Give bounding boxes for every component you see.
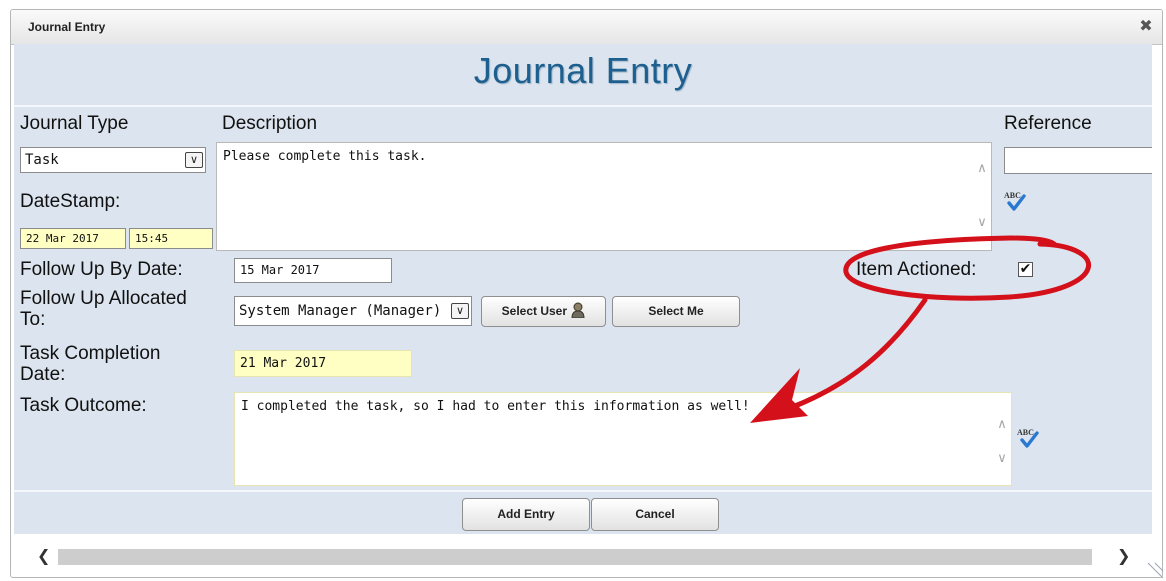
scroll-right-icon[interactable]: ❯ <box>1117 547 1130 565</box>
description-textarea[interactable]: Please complete this task. ∧ ∨ <box>216 142 992 251</box>
task-outcome-label: Task Outcome: <box>20 395 147 416</box>
datestamp-label: DateStamp: <box>20 191 121 212</box>
follow-up-allocated-label: Follow Up Allocated <box>20 288 187 309</box>
user-icon <box>571 302 585 319</box>
chevron-down-icon[interactable]: ∨ <box>451 303 469 319</box>
follow-up-allocated-label-2: To: <box>20 309 46 330</box>
follow-up-by-date-input[interactable]: 15 Mar 2017 <box>234 258 392 283</box>
scroll-up-icon[interactable]: ∧ <box>976 162 988 175</box>
task-outcome-textarea[interactable]: I completed the task, so I had to enter … <box>234 392 1012 486</box>
description-text: Please complete this task. <box>223 149 427 164</box>
scrollbar-thumb[interactable] <box>58 549 1092 565</box>
add-entry-button[interactable]: Add Entry <box>462 498 590 531</box>
scroll-up-icon[interactable]: ∧ <box>996 418 1008 431</box>
journal-type-label: Journal Type <box>20 113 129 134</box>
select-user-label: Select User <box>501 304 568 318</box>
dialog-title: Journal Entry <box>28 20 106 34</box>
scroll-down-icon[interactable]: ∨ <box>996 452 1008 465</box>
allocated-to-select[interactable]: System Manager (Manager) ∨ <box>234 296 472 326</box>
datestamp-time-input[interactable]: 15:45 <box>129 228 213 249</box>
task-outcome-text: I completed the task, so I had to enter … <box>241 399 750 414</box>
page-title: Journal Entry <box>473 50 693 91</box>
journal-type-select[interactable]: Task ∨ <box>20 147 206 173</box>
scroll-left-icon[interactable]: ❮ <box>37 547 50 565</box>
task-completion-label-2: Date: <box>20 364 66 385</box>
datestamp-date-input[interactable]: 22 Mar 2017 <box>20 228 126 249</box>
scroll-down-icon[interactable]: ∨ <box>976 216 988 229</box>
allocated-to-value: System Manager (Manager) <box>239 303 442 319</box>
chevron-down-icon[interactable]: ∨ <box>185 152 203 168</box>
spellcheck-icon[interactable]: ABC <box>1003 189 1027 213</box>
follow-up-by-date-label: Follow Up By Date: <box>20 259 183 280</box>
reference-label: Reference <box>1004 113 1092 134</box>
task-completion-date-input[interactable]: 21 Mar 2017 <box>234 350 412 377</box>
spellcheck-label: ABC <box>1004 191 1021 200</box>
spellcheck-icon[interactable]: ABC <box>1016 426 1040 450</box>
close-icon[interactable]: ✖ <box>1137 16 1155 36</box>
journal-form: Journal Entry Journal Type Description R… <box>14 44 1152 534</box>
description-scrollbar[interactable]: ∧ ∨ <box>973 143 991 250</box>
cancel-button[interactable]: Cancel <box>591 498 719 531</box>
divider <box>14 105 1152 107</box>
select-user-button[interactable]: Select User <box>481 296 606 327</box>
task-completion-label: Task Completion <box>20 343 161 364</box>
dialog-titlebar[interactable]: Journal Entry ✖ <box>11 10 1162 45</box>
item-actioned-label: Item Actioned: <box>856 259 977 280</box>
task-outcome-scrollbar[interactable]: ∧ ∨ <box>993 393 1011 485</box>
spellcheck-label: ABC <box>1017 428 1034 437</box>
select-me-button[interactable]: Select Me <box>612 296 740 327</box>
divider <box>14 490 1152 492</box>
item-actioned-checkbox[interactable]: ✔ <box>1018 262 1033 277</box>
horizontal-scrollbar[interactable]: ❮ ❯ <box>14 547 1152 565</box>
reference-input[interactable] <box>1004 147 1152 174</box>
journal-type-value: Task <box>25 152 59 168</box>
description-label: Description <box>222 113 318 134</box>
